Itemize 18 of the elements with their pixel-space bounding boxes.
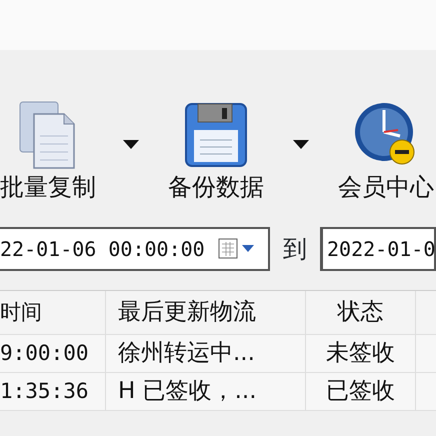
toolbar-button[interactable]: 备份数据 — [166, 100, 266, 210]
toolbar-button[interactable]: 会员中心 — [336, 100, 436, 210]
column-header[interactable]: 时间 — [0, 291, 106, 334]
table-cell: 9:00:00 — [0, 335, 106, 372]
table-cell: 已签收 — [306, 373, 416, 410]
date-field[interactable]: 22-01-06 00:00:00 — [0, 227, 270, 271]
toolbar-button[interactable]: 批量复制 — [0, 100, 96, 210]
date-field[interactable]: 2022-01-0 — [320, 227, 436, 271]
caret-icon[interactable] — [123, 140, 139, 149]
column-header[interactable]: 最后更新物流 — [106, 291, 306, 334]
table-cell: 1:35:36 — [0, 373, 106, 410]
table-cell: 未签收 — [306, 335, 416, 372]
floppy-icon — [184, 100, 248, 170]
caret-icon[interactable] — [293, 140, 309, 149]
table-cell: 徐州转运中... — [106, 335, 306, 372]
range-label: 到 — [282, 234, 308, 265]
column-header[interactable]: 状态 — [306, 291, 416, 334]
table-cell: H 已签收，... — [106, 373, 306, 410]
